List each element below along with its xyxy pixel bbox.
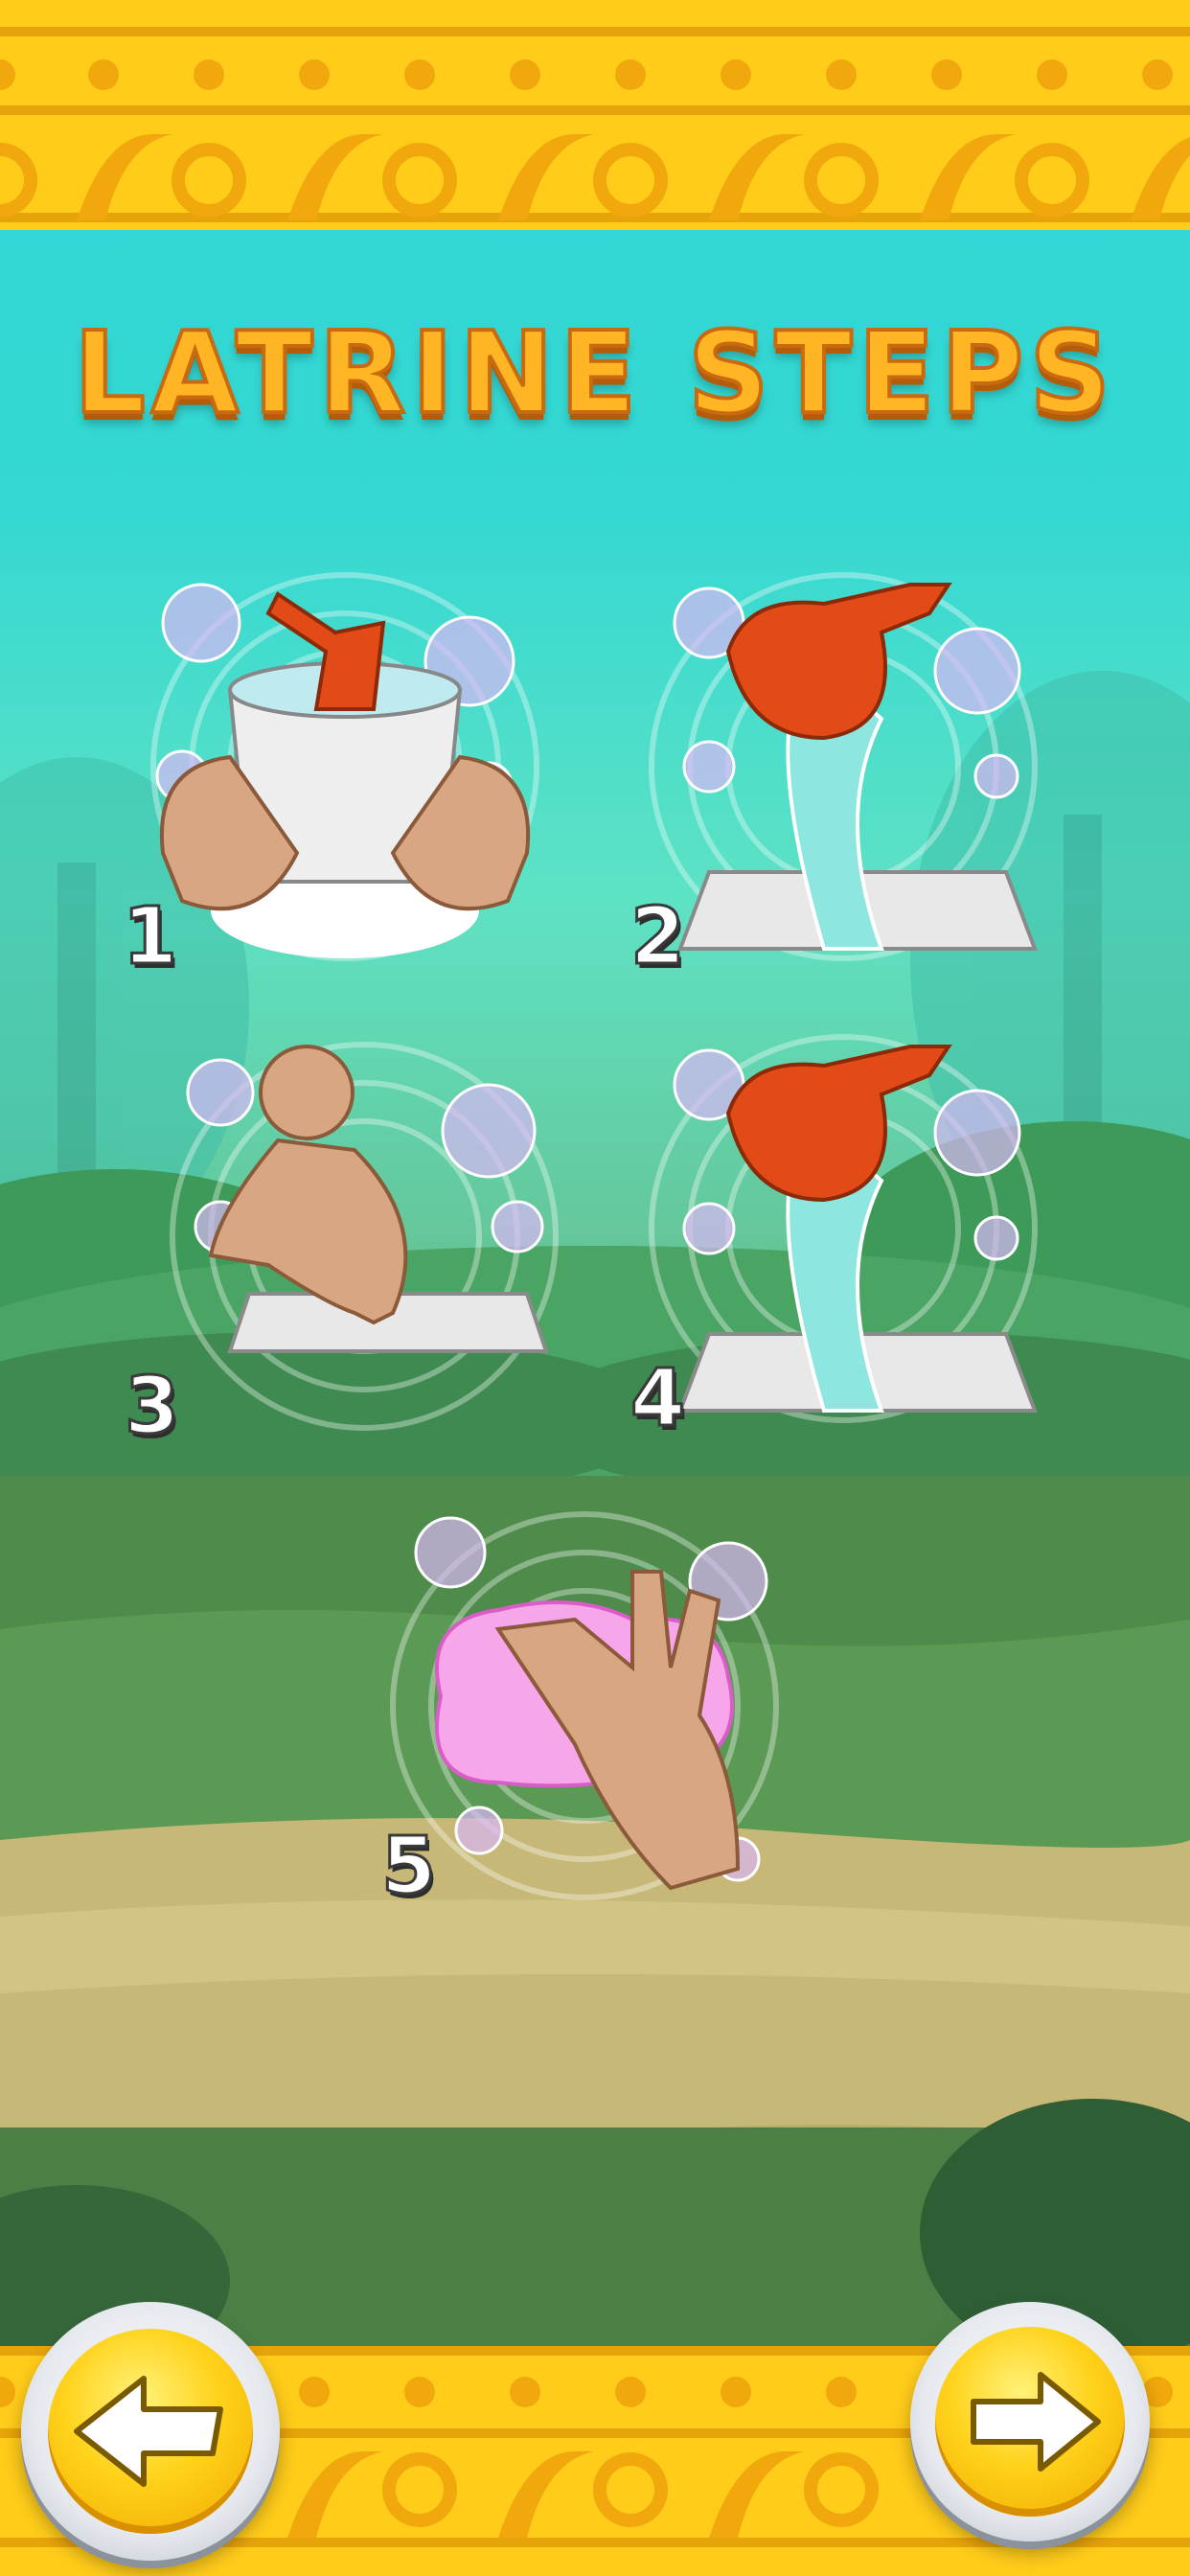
next-button-face xyxy=(935,2327,1125,2517)
page-title: LATRINE STEPS xyxy=(72,305,1117,441)
step-1-card[interactable]: 1 xyxy=(121,565,546,984)
step-number: 4 xyxy=(629,1352,686,1446)
step-number: 5 xyxy=(379,1820,437,1914)
step-2-card[interactable]: 2 xyxy=(629,565,1044,984)
back-button[interactable] xyxy=(21,2302,280,2561)
step-number: 1 xyxy=(121,890,178,984)
step-number: 3 xyxy=(123,1360,180,1454)
arrow-right-icon xyxy=(971,2372,1101,2472)
step-3-card[interactable]: 3 xyxy=(123,1035,565,1454)
arrow-left-icon xyxy=(74,2376,223,2487)
next-button[interactable] xyxy=(910,2302,1150,2542)
back-button-face xyxy=(48,2329,253,2534)
game-screen: LATRINE STEPS 1 2 3 4 5 xyxy=(0,0,1190,2576)
step-5-card[interactable]: 5 xyxy=(379,1505,786,1914)
step-4-card[interactable]: 4 xyxy=(629,1027,1044,1446)
top-decorative-banner xyxy=(0,0,1190,230)
step-number: 2 xyxy=(629,890,686,984)
